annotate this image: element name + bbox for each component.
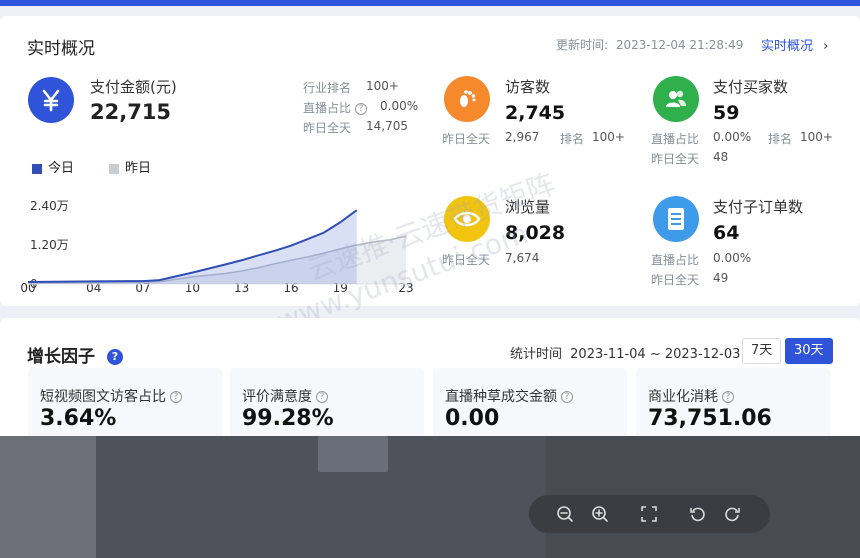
visitors-value: 2,745 bbox=[505, 102, 566, 124]
legend-today[interactable]: 今日 bbox=[32, 157, 74, 176]
orders-live-label: 直播占比 bbox=[651, 253, 700, 267]
visitors-yesterday-label: 昨日全天 bbox=[442, 132, 491, 146]
visitors-rank-label: 排名 bbox=[560, 132, 585, 146]
factor-card[interactable]: 评价满意度? 99.28% bbox=[230, 368, 424, 438]
yesterday-label: 昨日全天 bbox=[303, 121, 352, 135]
factor-card[interactable]: 直播种草成交金额? 0.00 bbox=[433, 368, 627, 438]
factor-value: 99.28% bbox=[242, 406, 334, 431]
zoom-out-icon[interactable] bbox=[554, 503, 576, 525]
factor-value: 73,751.06 bbox=[648, 406, 772, 431]
factor-value: 3.64% bbox=[40, 406, 117, 431]
realtime-overview-link-label: 实时概况 bbox=[761, 39, 814, 54]
btn-30-days[interactable]: 30天 bbox=[785, 338, 833, 364]
update-time-label: 更新时间: bbox=[556, 38, 609, 52]
legend-yesterday[interactable]: 昨日 bbox=[109, 157, 151, 176]
factor-label: 短视频图文访客占比? bbox=[40, 386, 182, 406]
buyers-label: 支付买家数 bbox=[713, 78, 789, 96]
factor-value: 0.00 bbox=[445, 406, 500, 431]
buyers-rank-value: 100+ bbox=[800, 130, 833, 144]
factor-label: 评价满意度? bbox=[242, 386, 328, 406]
realtime-overview-link[interactable]: 实时概况 › bbox=[761, 35, 828, 54]
buyers-value: 59 bbox=[713, 102, 740, 124]
stat-period-label: 统计时间 bbox=[510, 347, 563, 362]
y-tick-label: 2.40万 bbox=[30, 199, 69, 213]
buyers-live-label: 直播占比 bbox=[651, 132, 700, 146]
help-icon[interactable]: ? bbox=[561, 391, 573, 403]
orders-yesterday-label: 昨日全天 bbox=[651, 273, 700, 287]
update-time-value: 2023-12-04 21:28:49 bbox=[615, 38, 744, 52]
yen-icon bbox=[28, 77, 74, 123]
y-tick-label: 1.20万 bbox=[30, 238, 69, 252]
viewer-toolbar bbox=[529, 495, 770, 533]
update-time: 更新时间: 2023-12-04 21:28:49 bbox=[556, 36, 743, 53]
rotate-right-icon[interactable] bbox=[721, 503, 743, 525]
orders-yesterday-value: 49 bbox=[713, 271, 729, 285]
footprint-icon bbox=[444, 76, 490, 122]
top-accent-bar bbox=[0, 0, 860, 6]
factor-label: 直播种草成交金额? bbox=[445, 386, 573, 406]
users-icon bbox=[653, 76, 699, 122]
buyers-yesterday-label: 昨日全天 bbox=[651, 152, 700, 166]
help-circle-icon[interactable]: ? bbox=[106, 349, 123, 365]
yesterday-value: 14,705 bbox=[366, 119, 408, 133]
stat-period-range: 2023-11-04 ~ 2023-12-03 bbox=[570, 347, 741, 362]
visitors-label: 访客数 bbox=[505, 78, 551, 96]
thumbnail-image[interactable] bbox=[318, 436, 388, 472]
live-share-value: 0.00% bbox=[380, 99, 419, 113]
section-title: 实时概况 bbox=[27, 39, 95, 59]
fullscreen-icon[interactable] bbox=[638, 503, 660, 525]
buyers-rank-label: 排名 bbox=[768, 132, 793, 146]
orders-live-value: 0.00% bbox=[713, 251, 752, 265]
legend-yesterday-label: 昨日 bbox=[125, 161, 152, 176]
visitors-yesterday-value: 2,967 bbox=[505, 130, 540, 144]
realtime-overview-card: 实时概况 更新时间: 2023-12-04 21:28:49 实时概况 › 支付… bbox=[0, 16, 860, 338]
pay-amount-value: 22,715 bbox=[90, 100, 172, 124]
live-share-label: 直播占比? bbox=[303, 99, 368, 116]
stat-period: 统计时间 2023-11-04 ~ 2023-12-03 bbox=[510, 343, 740, 362]
help-icon[interactable]: ? bbox=[170, 391, 182, 403]
legend-today-swatch bbox=[32, 163, 42, 174]
factor-label: 商业化消耗? bbox=[648, 386, 734, 406]
industry-rank-label: 行业排名 bbox=[303, 81, 352, 95]
rotate-left-icon[interactable] bbox=[687, 503, 709, 525]
btn-7-days[interactable]: 7天 bbox=[742, 338, 782, 364]
help-icon[interactable]: ? bbox=[355, 102, 368, 115]
zoom-in-icon[interactable] bbox=[589, 503, 611, 525]
help-icon[interactable]: ? bbox=[722, 391, 734, 403]
factor-card[interactable]: 商业化消耗? 73,751.06 bbox=[636, 368, 830, 438]
document-icon bbox=[653, 196, 699, 242]
orders-label: 支付子订单数 bbox=[713, 198, 804, 216]
legend-today-label: 今日 bbox=[48, 161, 75, 176]
growth-title-text: 增长因子 bbox=[27, 347, 95, 367]
viewer-panel-left bbox=[0, 436, 96, 558]
buyers-yesterday-value: 48 bbox=[713, 150, 729, 164]
industry-rank-value: 100+ bbox=[366, 79, 399, 93]
growth-title: 增长因子 ? bbox=[27, 342, 123, 367]
pay-amount-label: 支付金额(元) bbox=[90, 78, 177, 96]
buyers-live-value: 0.00% bbox=[713, 130, 752, 144]
visitors-rank-value: 100+ bbox=[592, 130, 625, 144]
chevron-right-icon: › bbox=[823, 39, 829, 54]
factor-card[interactable]: 短视频图文访客占比? 3.64% bbox=[28, 368, 222, 438]
legend-yesterday-swatch bbox=[109, 163, 119, 174]
orders-value: 64 bbox=[713, 222, 740, 244]
help-icon[interactable]: ? bbox=[316, 391, 328, 403]
